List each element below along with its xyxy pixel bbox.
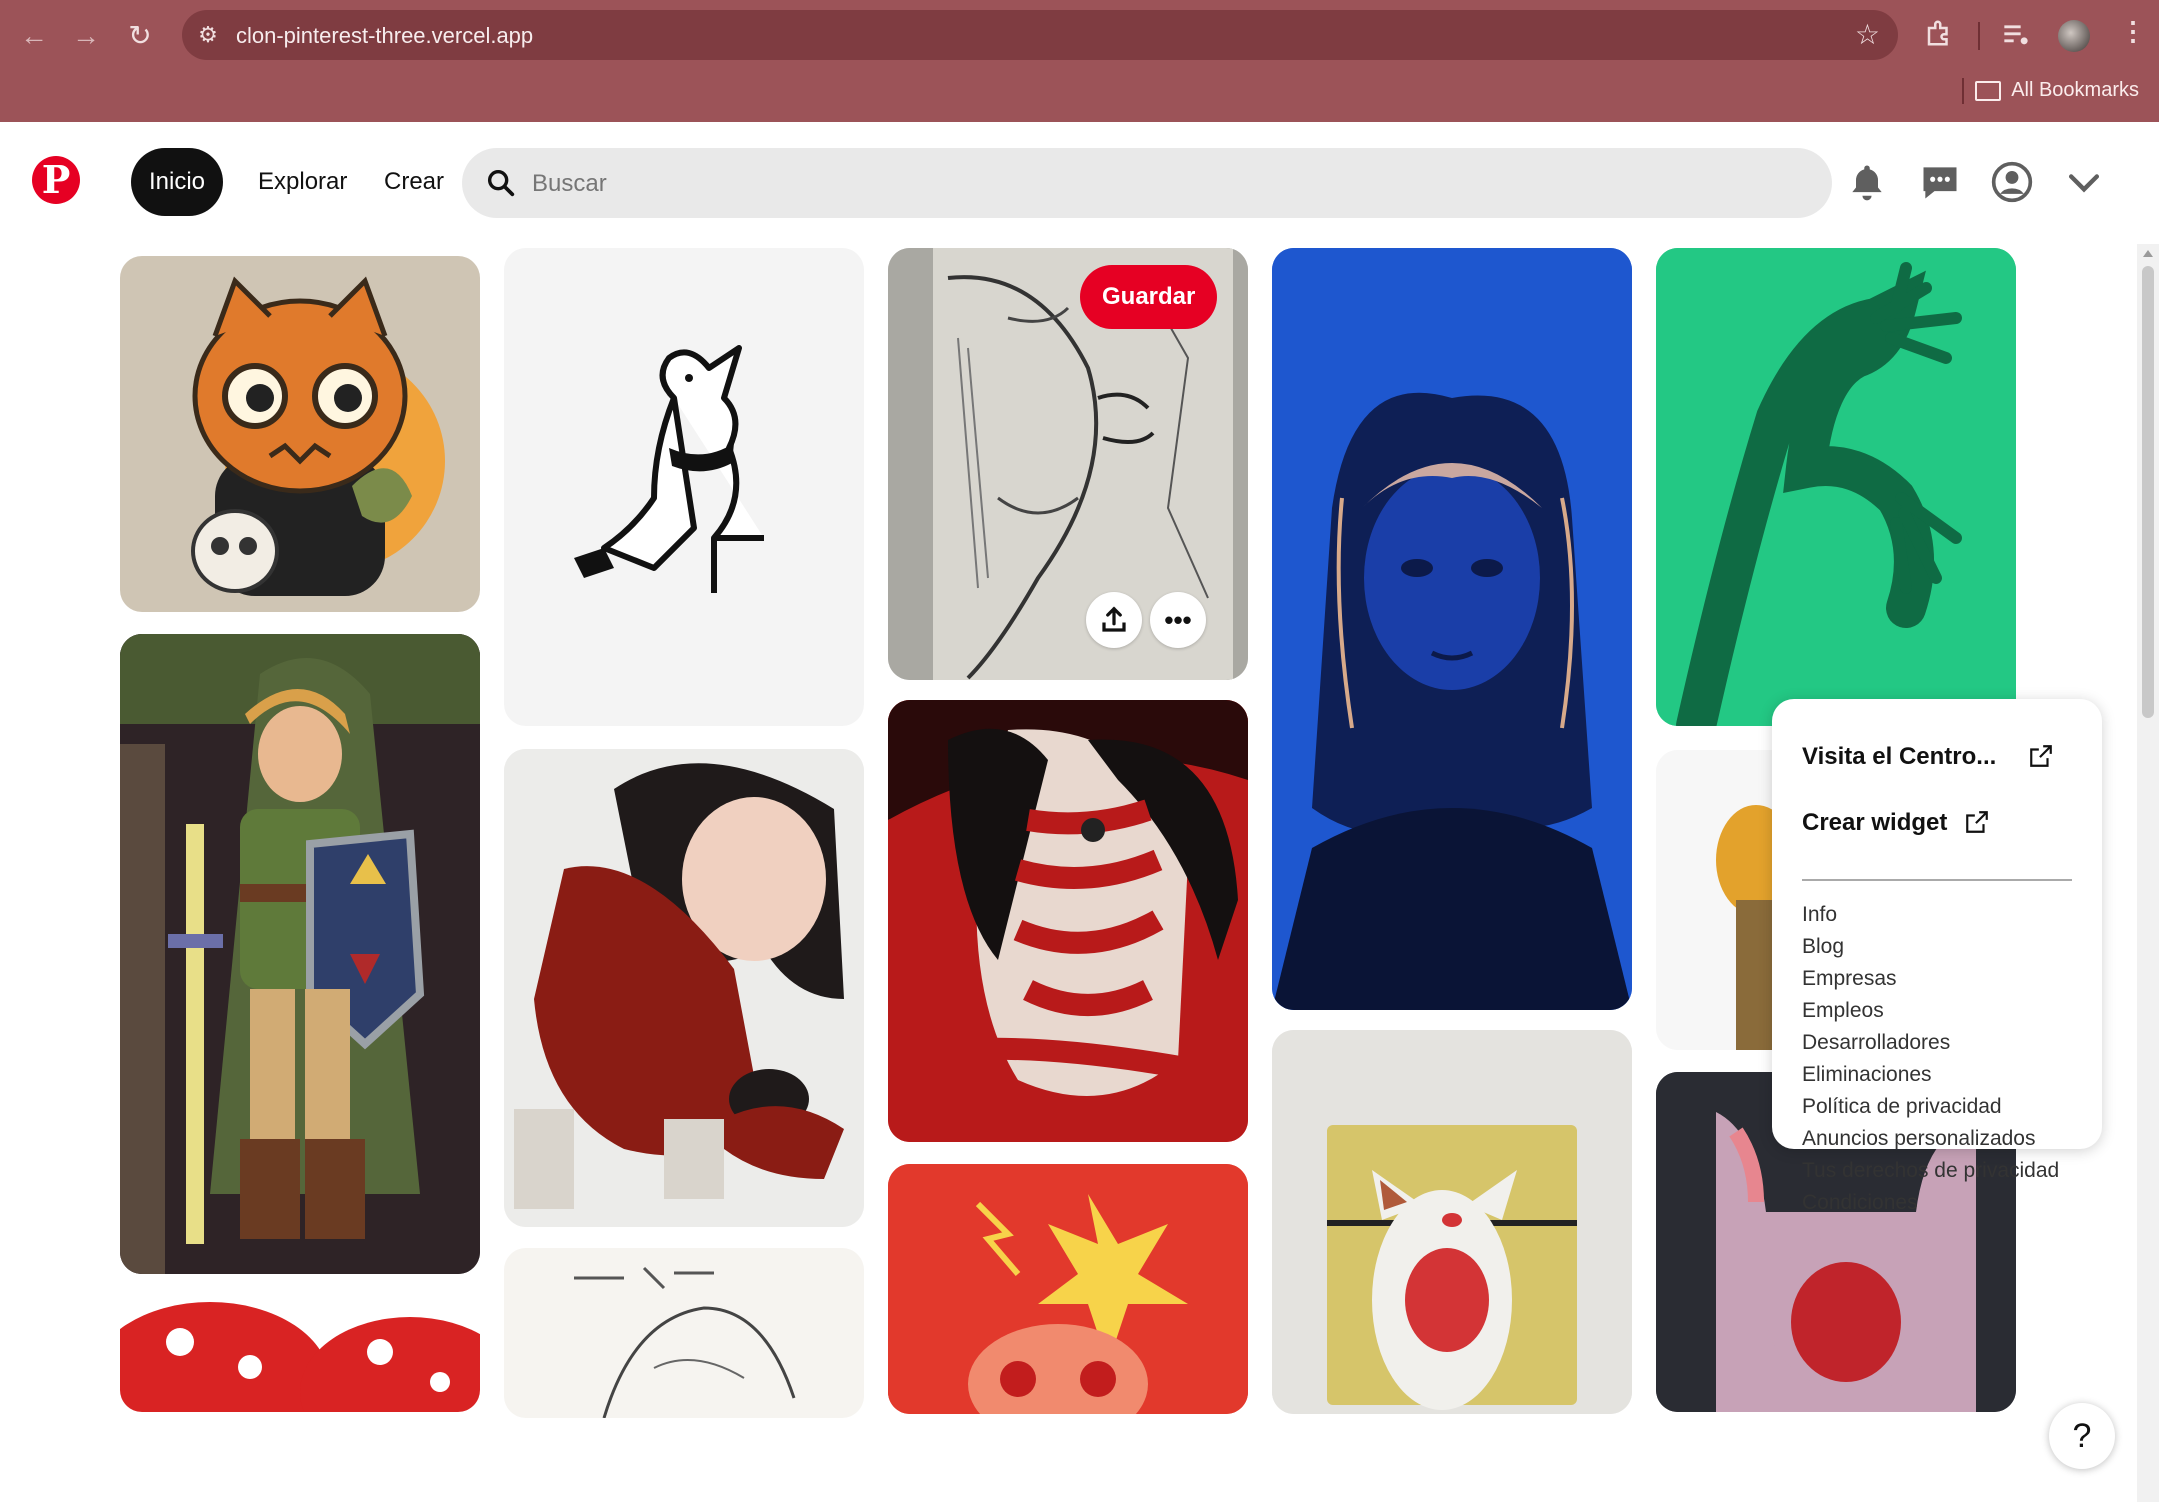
- zebra-shadow-portrait-photo: [888, 700, 1248, 1142]
- link-pixel-art-illustration: [120, 634, 480, 1274]
- pin-zebra-shadow-portrait[interactable]: [888, 700, 1248, 1142]
- search-icon: [487, 169, 515, 197]
- pin-cat-canvas[interactable]: [1272, 1030, 1632, 1414]
- menu-link-blog[interactable]: Blog: [1802, 935, 1844, 959]
- chevron-down-icon[interactable]: [2062, 160, 2106, 204]
- visit-center-link[interactable]: Visita el Centro...: [1802, 743, 1996, 771]
- red-anime-girl-illustration: [888, 1164, 1248, 1414]
- create-widget-link[interactable]: Crear widget: [1802, 809, 1947, 837]
- profile-icon[interactable]: [1990, 160, 2034, 204]
- pumpkin-cat-illustration: [191, 276, 445, 596]
- pin-green-hands[interactable]: [1656, 248, 2016, 726]
- menu-link-derechos-privacidad[interactable]: Tus derechos de privacidad: [1802, 1159, 2059, 1183]
- more-options-button[interactable]: •••: [1150, 592, 1206, 648]
- pin-mushroom[interactable]: [120, 1292, 480, 1412]
- pencil-sketch-illustration: [574, 1266, 796, 1418]
- scroll-up-arrow-icon[interactable]: [2143, 250, 2153, 257]
- folder-icon: [1975, 80, 2002, 101]
- ellipsis-icon: •••: [1164, 605, 1192, 635]
- url-text[interactable]: clon-pinterest-three.vercel.app: [236, 23, 533, 49]
- share-button[interactable]: [1086, 592, 1142, 648]
- pin-bird-sketch[interactable]: [504, 248, 864, 726]
- scrollbar[interactable]: [2137, 244, 2159, 1502]
- bird-sketch-illustration: [574, 345, 764, 593]
- menu-link-desarrolladores[interactable]: Desarrolladores: [1802, 1031, 1950, 1055]
- extensions-icon[interactable]: [1924, 18, 1954, 55]
- pin-pencil-sketch[interactable]: [504, 1248, 864, 1418]
- pin-link-pixel-art[interactable]: [120, 634, 480, 1274]
- pin-red-anime-girl[interactable]: [888, 1164, 1248, 1414]
- external-link-icon: [1966, 811, 1988, 833]
- forward-icon[interactable]: →: [70, 20, 102, 52]
- mushroom-illustration: [120, 1302, 480, 1412]
- search-input[interactable]: [530, 148, 1814, 220]
- all-bookmarks-label: All Bookmarks: [2011, 79, 2139, 101]
- messages-icon[interactable]: [1918, 160, 1962, 204]
- all-bookmarks[interactable]: All Bookmarks: [1975, 79, 2139, 102]
- green-hands-photo: [1656, 248, 2016, 726]
- pin-girl-red-sweater[interactable]: [504, 749, 864, 1227]
- notifications-bell-icon[interactable]: [1845, 160, 1889, 204]
- scrollbar-thumb[interactable]: [2142, 266, 2154, 718]
- bookmark-star-icon[interactable]: ☆: [1855, 18, 1880, 51]
- pin-blue-portrait[interactable]: [1272, 248, 1632, 1010]
- menu-link-eliminaciones[interactable]: Eliminaciones: [1802, 1063, 1932, 1087]
- help-menu-popup: Visita el Centro... Crear widget Info Bl…: [1772, 699, 2102, 1214]
- menu-link-empresas[interactable]: Empresas: [1802, 967, 1897, 991]
- external-link-icon: [2030, 745, 2052, 767]
- menu-link-condiciones[interactable]: Condiciones: [1802, 1191, 1918, 1215]
- reading-list-icon[interactable]: [2002, 22, 2030, 55]
- share-icon: [1102, 606, 1126, 632]
- help-button[interactable]: ?: [2049, 1403, 2115, 1469]
- nav-explorar[interactable]: Explorar: [240, 148, 365, 216]
- menu-divider: [1802, 879, 2072, 881]
- app: P Inicio Explorar Crear Buscar Guardar •…: [0, 122, 2159, 1502]
- site-info-icon[interactable]: ⚙: [194, 21, 222, 49]
- reload-icon[interactable]: ↻: [124, 20, 156, 52]
- nav-crear[interactable]: Crear: [366, 148, 462, 216]
- bookmarks-divider: [1962, 78, 1964, 104]
- profile-avatar[interactable]: [2058, 20, 2090, 52]
- menu-kebab-icon[interactable]: ⋮: [2120, 16, 2146, 47]
- blue-portrait-photo: [1272, 248, 1632, 1010]
- pin-pumpkin-cat[interactable]: [120, 256, 480, 612]
- nav-inicio[interactable]: Inicio: [131, 148, 224, 216]
- address-bar[interactable]: ⚙ clon-pinterest-three.vercel.app ☆: [182, 10, 1898, 60]
- girl-red-sweater-photo: [504, 749, 864, 1227]
- menu-link-info[interactable]: Info: [1802, 903, 1837, 927]
- browser-chrome: ← → ↻ ⚙ clon-pinterest-three.vercel.app …: [0, 0, 2159, 122]
- pinterest-logo[interactable]: P: [32, 156, 80, 204]
- search-bar[interactable]: [462, 148, 1832, 220]
- toolbar-divider: [1978, 22, 1980, 50]
- menu-link-anuncios[interactable]: Anuncios personalizados: [1802, 1127, 2035, 1151]
- save-button[interactable]: Guardar: [1080, 265, 1218, 329]
- menu-link-politica-privacidad[interactable]: Política de privacidad: [1802, 1095, 2002, 1119]
- cat-canvas-painting: [1272, 1030, 1632, 1414]
- menu-link-empleos[interactable]: Empleos: [1802, 999, 1884, 1023]
- back-icon[interactable]: ←: [18, 20, 50, 52]
